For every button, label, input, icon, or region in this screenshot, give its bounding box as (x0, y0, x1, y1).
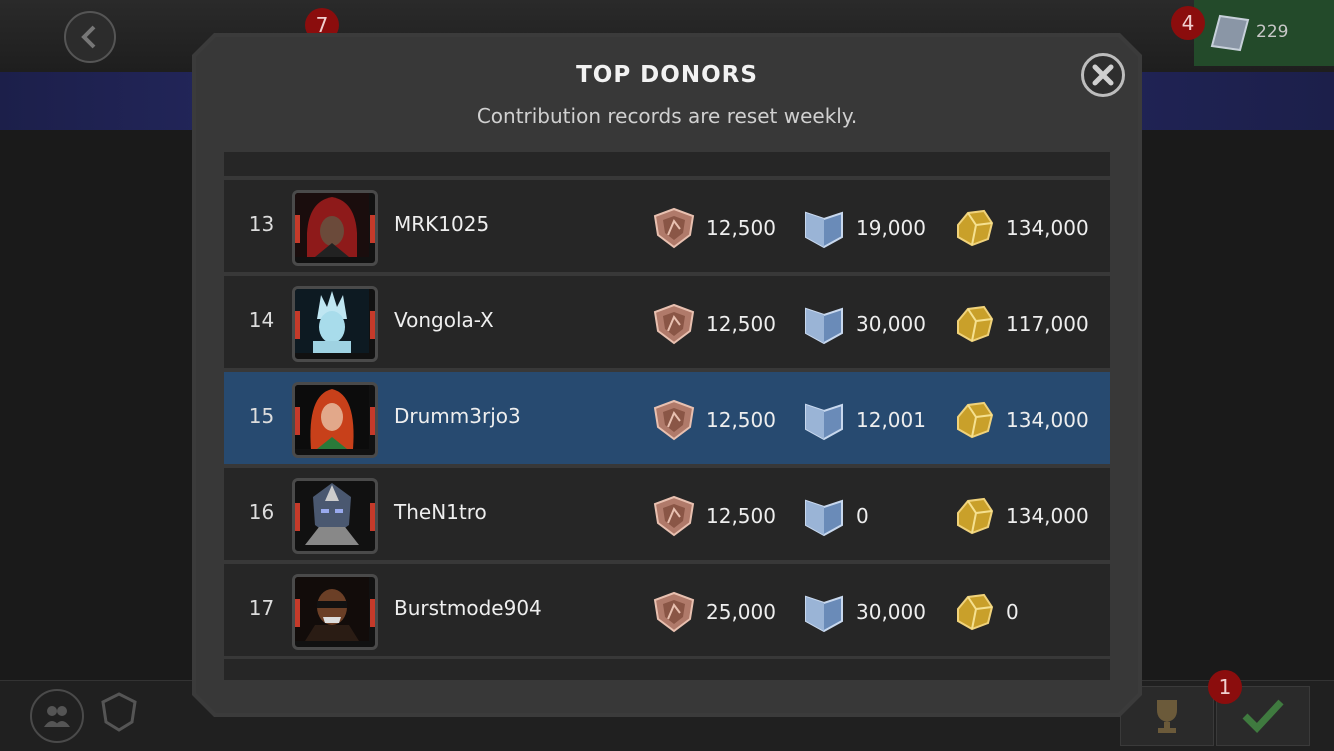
gold-value: 134,000 (1006, 408, 1089, 432)
row-rank: 16 (248, 500, 275, 524)
alert-badge: 4 (1171, 6, 1205, 40)
silver-chevron-icon (805, 499, 843, 537)
gold-contribution: 134,000 (952, 400, 1089, 440)
gold-value: 134,000 (1006, 504, 1089, 528)
trophy-icon (1157, 700, 1177, 733)
table-row-15[interactable]: 15 Drumm3rjo3 12,500 12,001 134,000 (224, 372, 1110, 464)
shield-contribution: 12,500 (652, 495, 776, 537)
silver-chevron-icon (805, 595, 843, 633)
currency-value: 229 (1256, 22, 1289, 42)
player-name: Drumm3rjo3 (394, 404, 521, 428)
silver-value: 30,000 (856, 312, 926, 336)
table-row-16[interactable]: 16 TheN1tro 12,500 0 134,000 (224, 468, 1110, 560)
silver-value: 19,000 (856, 216, 926, 240)
checkmark-icon (1242, 699, 1284, 734)
silver-value: 0 (856, 504, 869, 528)
ice-hero-portrait-icon (295, 289, 369, 353)
gold-contribution: 134,000 (952, 496, 1089, 536)
silver-contribution: 19,000 (802, 208, 926, 249)
gold-contribution: 134,000 (952, 208, 1089, 248)
table-row-14[interactable]: 14 Vongola-X 12,500 30,000 117,000 (224, 276, 1110, 368)
shield-contribution: 12,500 (652, 399, 776, 441)
shield-value: 25,000 (706, 600, 776, 624)
player-name: Vongola-X (394, 308, 494, 332)
row-rank: 13 (248, 212, 275, 236)
silver-contribution: 0 (802, 496, 869, 537)
people-icon (44, 706, 70, 727)
silver-contribution: 12,001 (802, 400, 926, 441)
gold-contribution: 0 (952, 592, 1019, 632)
gold-nugget-icon (957, 305, 994, 343)
table-row-partial-bottom (224, 659, 1110, 680)
silver-contribution: 30,000 (802, 592, 926, 633)
red-hooded-hero-portrait-icon (295, 193, 369, 257)
silver-contribution: 30,000 (802, 304, 926, 345)
gold-value: 134,000 (1006, 216, 1089, 240)
armored-villain-portrait-icon (295, 481, 369, 545)
shield-value: 12,500 (706, 408, 776, 432)
shield-icon (653, 303, 695, 345)
shield-icon (653, 399, 695, 441)
table-row-17[interactable]: 17 Burstmode904 25,000 30,000 0 (224, 564, 1110, 656)
table-row-partial-top (224, 152, 1110, 176)
avatar (292, 286, 378, 362)
avatar (292, 190, 378, 266)
alliance-members-button[interactable] (30, 689, 84, 743)
avatar (292, 478, 378, 554)
shield-value: 12,500 (706, 312, 776, 336)
silver-chevron-icon (805, 211, 843, 249)
gold-nugget-icon (957, 593, 994, 631)
chevron-left-icon (81, 25, 96, 49)
modal-title: TOP DONORS (576, 62, 758, 88)
gold-nugget-icon (957, 497, 994, 535)
close-icon (1092, 64, 1114, 86)
shield-value: 12,500 (706, 216, 776, 240)
player-name: MRK1025 (394, 212, 490, 236)
silver-chevron-icon (805, 307, 843, 345)
gold-nugget-icon (957, 401, 994, 439)
silver-value: 12,001 (856, 408, 926, 432)
gold-value: 117,000 (1006, 312, 1089, 336)
row-rank: 17 (248, 596, 275, 620)
shield-contribution: 12,500 (652, 207, 776, 249)
shield-contribution: 12,500 (652, 303, 776, 345)
red-haired-heroine-portrait-icon (295, 385, 369, 449)
gold-contribution: 117,000 (952, 304, 1089, 344)
donor-list[interactable]: 13 MRK1025 12,500 19,000 134,000 14 Vong… (224, 152, 1110, 680)
modal-subtitle: Contribution records are reset weekly. (476, 104, 858, 128)
quest-notification-badge: 1 (1208, 670, 1242, 704)
shield-icon (653, 207, 695, 249)
currency-crystal-icon (1210, 14, 1250, 52)
shield-icon (653, 495, 695, 537)
shield-value: 12,500 (706, 504, 776, 528)
close-button[interactable] (1081, 53, 1125, 97)
gold-value: 0 (1006, 600, 1019, 624)
back-button[interactable] (64, 11, 116, 63)
avatar (292, 574, 378, 650)
silver-value: 30,000 (856, 600, 926, 624)
row-rank: 14 (248, 308, 275, 332)
silver-chevron-icon (805, 403, 843, 441)
gold-nugget-icon (957, 209, 994, 247)
row-rank: 15 (248, 404, 275, 428)
avatar (292, 382, 378, 458)
sunglasses-hero-portrait-icon (295, 577, 369, 641)
table-row-13[interactable]: 13 MRK1025 12,500 19,000 134,000 (224, 180, 1110, 272)
shield-contribution: 25,000 (652, 591, 776, 633)
player-name: Burstmode904 (394, 596, 542, 620)
player-name: TheN1tro (394, 500, 487, 524)
shield-icon (653, 591, 695, 633)
alliance-shield-icon[interactable] (100, 692, 138, 732)
